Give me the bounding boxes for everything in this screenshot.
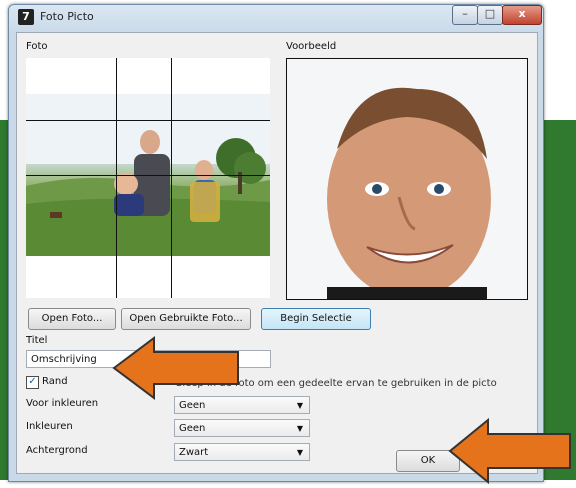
begin-selectie-button[interactable]: Begin Selectie [261,308,371,330]
open-foto-button[interactable]: Open Foto... [28,308,116,330]
rand-checkbox[interactable]: ✓ [26,376,39,389]
selection-line-right [171,58,172,298]
window-title: Foto Picto [40,10,94,23]
achtergrond-value: Zwart [179,447,209,458]
maximize-button[interactable]: □ [477,5,503,25]
selection-line-top [26,120,270,121]
achtergrond-label: Achtergrond [26,445,88,456]
foto-label: Foto [26,41,48,52]
selection-line-bottom [26,175,270,176]
minimize-button[interactable]: – [452,5,478,25]
chevron-down-icon: ▼ [296,448,303,457]
voor-inkleuren-label: Voor inkleuren [26,398,99,409]
selection-line-left [116,58,117,298]
desktop-strip-left [0,120,8,480]
preview-image [286,58,528,300]
chevron-down-icon: ▼ [296,424,303,433]
inkleuren-select[interactable]: Geen ▼ [174,419,310,437]
app-icon: 7 [18,9,34,25]
arrow-left-icon [448,418,571,484]
inkleuren-label: Inkleuren [26,421,73,432]
achtergrond-select[interactable]: Zwart ▼ [174,443,310,461]
preview-face-illustration [287,59,527,299]
open-gebruikte-foto-button[interactable]: Open Gebruikte Foto... [121,308,251,330]
chevron-down-icon: ▼ [296,401,303,410]
rand-label: Rand [42,376,68,387]
arrow-left-icon [112,336,239,400]
voorbeeld-label: Voorbeeld [286,41,337,52]
close-button[interactable]: x [502,5,542,25]
inkleuren-value: Geen [179,423,206,434]
titel-label: Titel [26,335,48,346]
